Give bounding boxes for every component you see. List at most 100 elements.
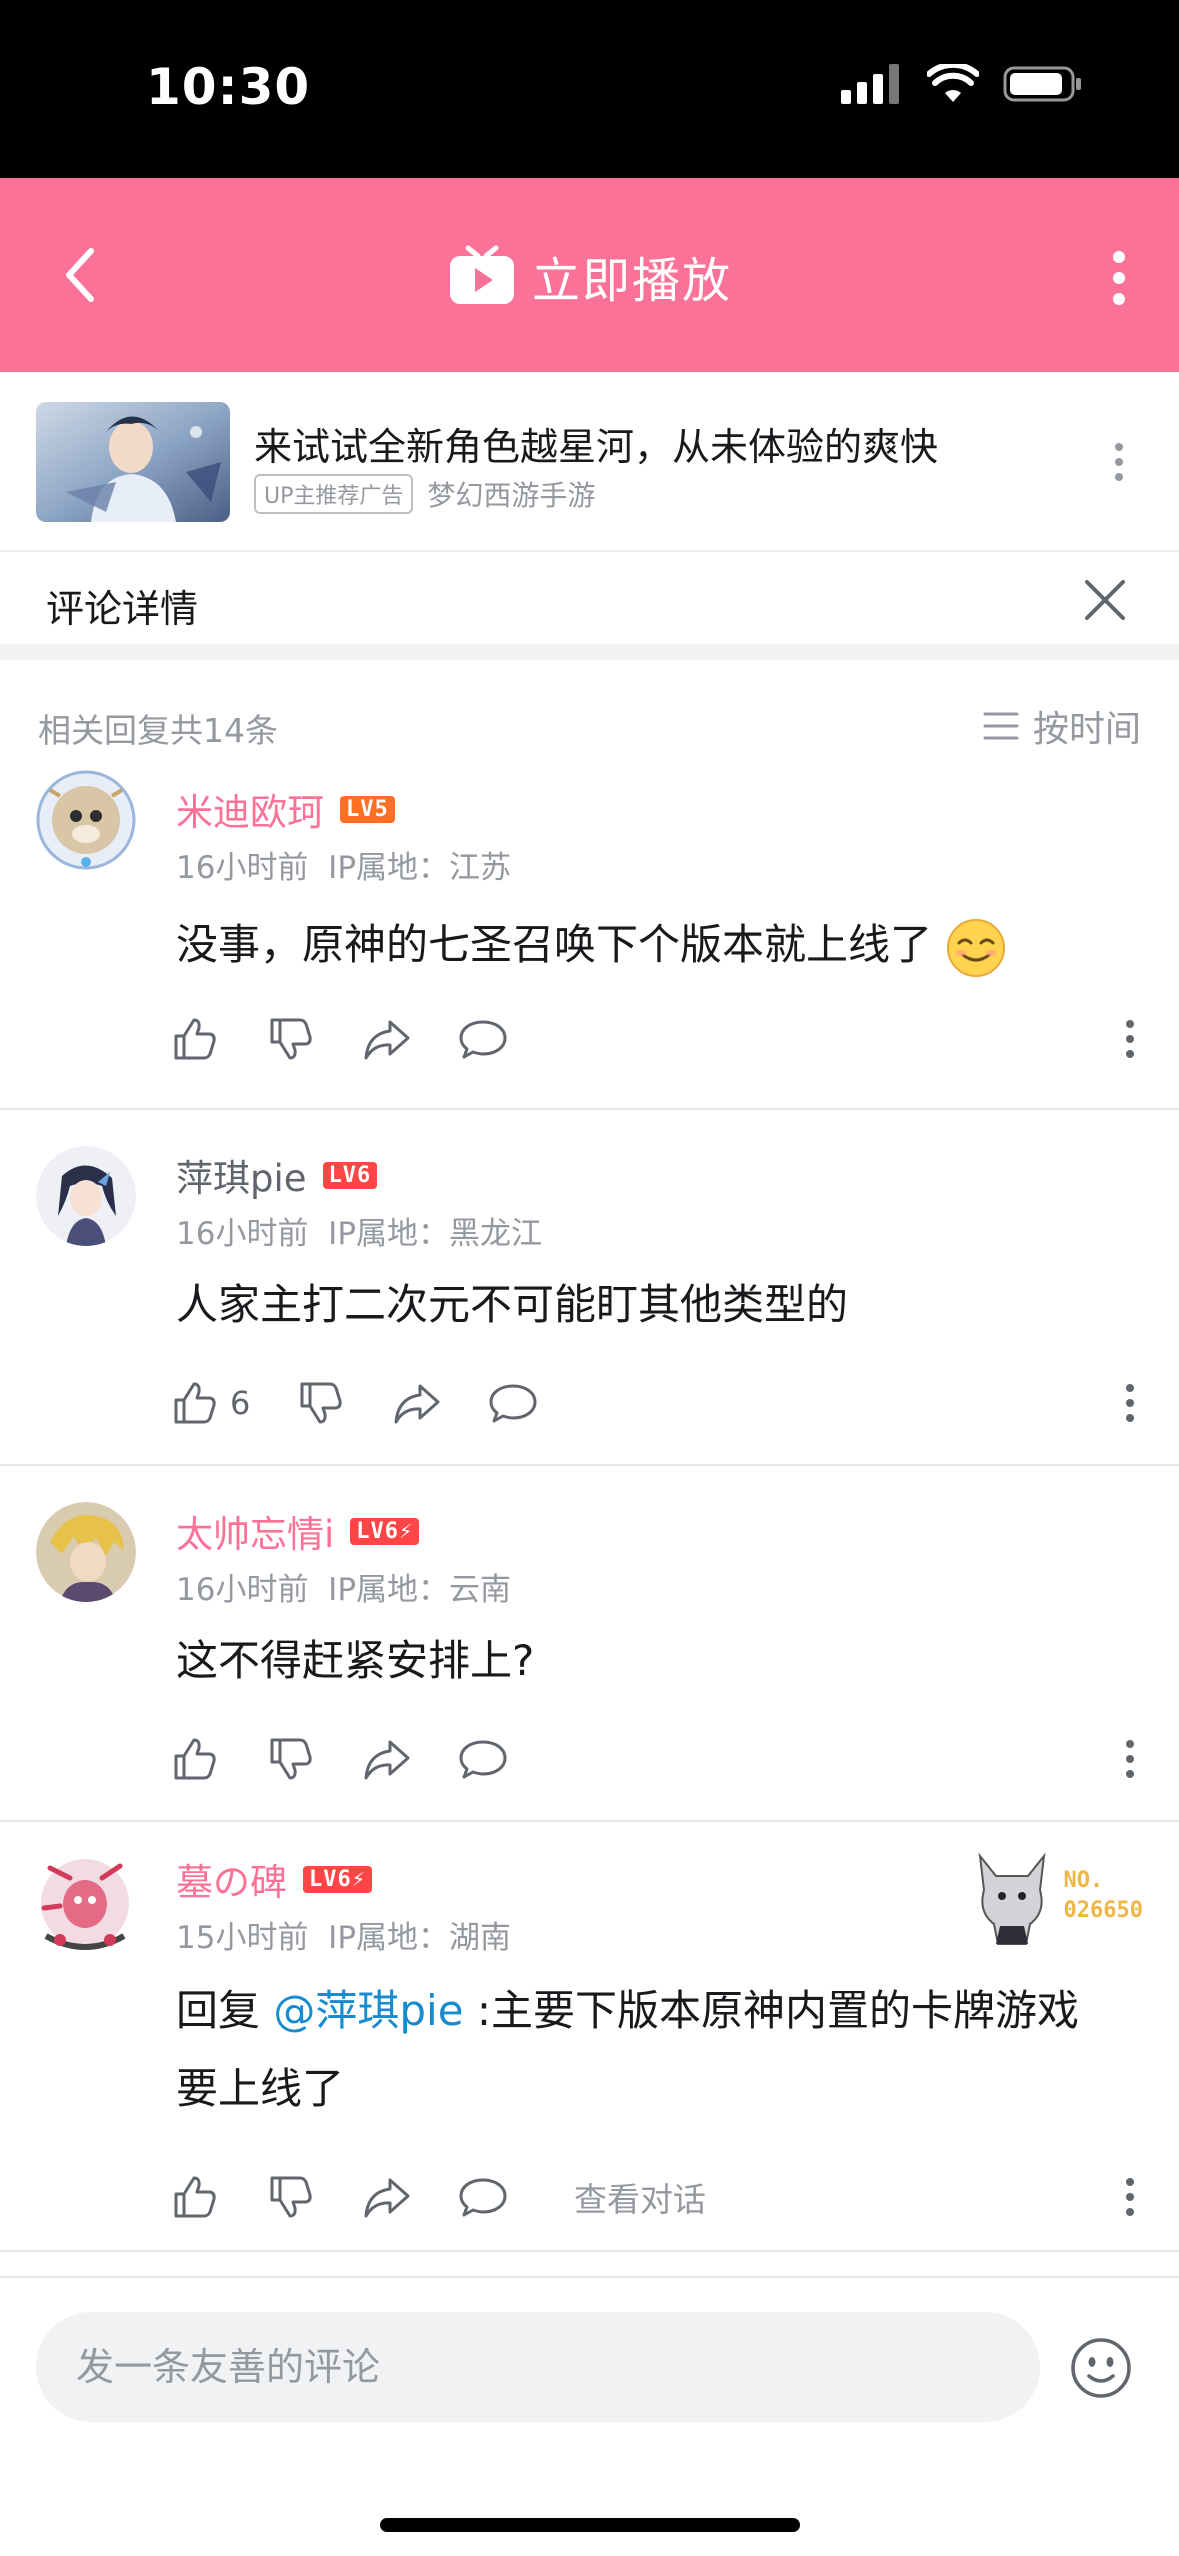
share-button[interactable] xyxy=(362,1014,412,1064)
comment-more-button[interactable] xyxy=(1105,1724,1155,1794)
username[interactable]: 太帅忘情i xyxy=(176,1504,334,1558)
ad-card[interactable]: 来试试全新角色越星河，从未体验的爽快 UP主推荐广告 梦幻西游手游 xyxy=(0,372,1179,552)
comment-time: 16小时前 xyxy=(176,850,309,886)
more-menu-button[interactable] xyxy=(1089,238,1149,318)
username-row: 萍琪pie LV6 xyxy=(176,1148,378,1202)
ad-tag: UP主推荐广告 xyxy=(254,474,414,514)
dislike-button[interactable] xyxy=(266,1734,316,1784)
reply-button[interactable] xyxy=(488,1378,538,1428)
comment-detail-title: 评论详情 xyxy=(46,587,199,631)
tv-play-icon xyxy=(450,245,514,304)
comment-item: 墓の碑 LV6⚡ NO. 026650 15小时前 IP属地：湖南 回复 @萍琪… xyxy=(0,1822,1179,2252)
username-row: 墓の碑 LV6⚡ xyxy=(176,1852,372,1906)
comment-item: 萍琪pie LV6 16小时前 IP属地：黑龙江 人家主打二次元不可能盯其他类型… xyxy=(0,1110,1179,1466)
play-now-label: 立即播放 xyxy=(532,253,733,309)
comment-item: 太帅忘情i LV6⚡ 16小时前 IP属地：云南 这不得赶紧安排上? xyxy=(0,1466,1179,1822)
ad-more-button[interactable] xyxy=(1089,432,1149,492)
dislike-button[interactable] xyxy=(266,1014,316,1064)
sort-button[interactable]: 按时间 xyxy=(983,700,1141,752)
share-arrow-icon xyxy=(364,1740,410,1780)
username[interactable]: 米迪欧珂 xyxy=(176,782,324,836)
sort-label: 按时间 xyxy=(1032,709,1141,750)
comment-content: 回复 @萍琪pie :主要下版本原神内置的卡牌游戏要上线了 xyxy=(176,1972,1099,2128)
level-badge: LV6⚡ xyxy=(303,1865,372,1893)
avatar[interactable] xyxy=(36,1146,136,1246)
close-button[interactable] xyxy=(1077,572,1133,628)
status-time: 10:30 xyxy=(146,58,311,116)
comment-content: 这不得赶紧安排上? xyxy=(176,1622,1099,1700)
share-button[interactable] xyxy=(362,2172,412,2222)
like-button[interactable]: 6 xyxy=(170,1378,250,1428)
share-button[interactable] xyxy=(362,1734,412,1784)
more-vertical-icon xyxy=(1113,251,1125,305)
username[interactable]: 墓の碑 xyxy=(176,1852,287,1906)
more-vertical-icon xyxy=(1126,2178,1134,2216)
comment-text: 这不得赶紧安排上? xyxy=(176,1636,535,1685)
avatar[interactable] xyxy=(36,770,136,870)
comment-item: 米迪欧珂 LV5 16小时前 IP属地：江苏 没事，原神的七圣召唤下个版本就上线… xyxy=(0,770,1179,1110)
ad-thumbnail[interactable] xyxy=(36,402,230,522)
reply-count: 相关回复共14条 xyxy=(38,711,278,750)
reply-prefix: 回复 xyxy=(176,1986,274,2035)
close-icon xyxy=(1085,580,1125,620)
back-button[interactable] xyxy=(44,240,114,310)
comment-bubble-icon xyxy=(489,1384,537,1423)
reply-button[interactable] xyxy=(458,1734,508,1784)
reply-button[interactable] xyxy=(458,1014,508,1064)
ad-source: 梦幻西游手游 xyxy=(427,479,596,512)
level-badge: LV5 xyxy=(340,795,395,823)
comment-more-button[interactable] xyxy=(1105,2162,1155,2232)
status-bar: 10:30 xyxy=(0,0,1179,178)
top-bar: 立即播放 xyxy=(0,178,1179,372)
comment-bubble-icon xyxy=(459,1020,507,1059)
comment-input[interactable] xyxy=(36,2312,1040,2422)
like-button[interactable] xyxy=(170,1734,220,1784)
wolf-character-icon xyxy=(978,1852,1045,1945)
username[interactable]: 萍琪pie xyxy=(176,1148,307,1202)
like-button[interactable] xyxy=(170,2172,220,2222)
more-vertical-icon xyxy=(1126,1020,1134,1058)
username-row: 太帅忘情i LV6⚡ xyxy=(176,1504,420,1558)
comment-time: 16小时前 xyxy=(176,1216,309,1252)
play-now-button[interactable]: 立即播放 xyxy=(448,238,732,314)
share-arrow-icon xyxy=(364,2178,410,2218)
ad-title[interactable]: 来试试全新角色越星河，从未体验的爽快 xyxy=(254,416,938,471)
sort-lines-icon xyxy=(983,712,1019,740)
level-badge: LV6⚡ xyxy=(350,1517,420,1545)
avatar[interactable] xyxy=(36,1502,136,1602)
thumbs-up-icon xyxy=(174,1018,216,1060)
fan-card-badge: NO. 026650 xyxy=(970,1846,1143,1946)
signal-icon xyxy=(841,64,899,104)
ip-location: IP属地：黑龙江 xyxy=(328,1216,543,1252)
comment-detail-header: 评论详情 xyxy=(0,552,1179,660)
dislike-button[interactable] xyxy=(296,1378,346,1428)
comment-actions: 6 xyxy=(170,1368,1130,1438)
dislike-button[interactable] xyxy=(266,2172,316,2222)
ad-meta: UP主推荐广告 梦幻西游手游 xyxy=(254,474,595,514)
comment-bubble-icon xyxy=(459,1740,507,1779)
comment-content: 人家主打二次元不可能盯其他类型的 xyxy=(176,1266,1099,1344)
share-button[interactable] xyxy=(392,1378,442,1428)
more-vertical-icon xyxy=(1126,1740,1134,1778)
mention-link[interactable]: @萍琪pie xyxy=(273,1986,463,2035)
like-button[interactable] xyxy=(170,1014,220,1064)
avatar[interactable] xyxy=(30,1848,140,1958)
thumbs-up-icon xyxy=(174,2176,216,2218)
comment-more-button[interactable] xyxy=(1105,1368,1155,1438)
thumbs-down-icon xyxy=(270,1018,312,1060)
comment-meta: 16小时前 IP属地：江苏 xyxy=(176,842,511,887)
view-conversation-link[interactable]: 查看对话 xyxy=(574,2173,706,2221)
comment-meta: 16小时前 IP属地：黑龙江 xyxy=(176,1208,542,1253)
comment-text: 没事，原神的七圣召唤下个版本就上线了 xyxy=(176,920,933,969)
comment-time: 16小时前 xyxy=(176,1572,309,1608)
emoji-button[interactable] xyxy=(1065,2332,1137,2404)
level-badge: LV6 xyxy=(322,1161,378,1189)
thumbs-up-icon xyxy=(174,1382,216,1424)
comment-actions xyxy=(170,1724,1130,1794)
ip-location: IP属地：云南 xyxy=(328,1572,512,1608)
thumbs-down-icon xyxy=(300,1382,343,1424)
comment-more-button[interactable] xyxy=(1105,1004,1155,1074)
thumbs-down-icon xyxy=(270,1738,312,1780)
more-vertical-icon xyxy=(1126,1384,1134,1422)
reply-button[interactable] xyxy=(458,2172,508,2222)
